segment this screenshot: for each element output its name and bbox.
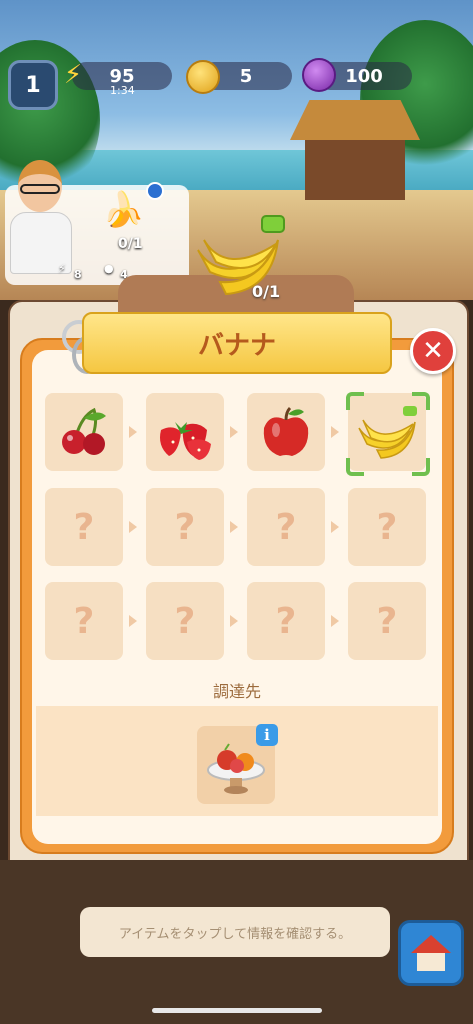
chain-arrow-icon [129, 615, 137, 627]
selection-corner-bl [346, 458, 364, 476]
chain-arrow-icon [230, 521, 238, 533]
question-mark-icon: ? [275, 600, 297, 642]
chain-slot-cherry[interactable] [45, 393, 123, 471]
close-button[interactable]: ✕ [410, 328, 456, 374]
panel-title-text: バナナ [197, 330, 276, 361]
selection-frame [346, 392, 430, 476]
beach-hut [290, 100, 420, 210]
info-icon[interactable]: i [256, 724, 278, 746]
chain-slot-apple[interactable] [247, 393, 325, 471]
home-indicator[interactable] [152, 1008, 322, 1013]
chain-slot-unknown[interactable]: ? [146, 488, 224, 566]
chain-arrow-icon [129, 426, 137, 438]
chain-arrow-icon [230, 426, 238, 438]
house-icon [411, 935, 451, 971]
question-mark-icon: ? [376, 600, 398, 642]
glasses-icon [20, 184, 60, 194]
selection-corner-br [412, 458, 430, 476]
question-mark-icon: ? [174, 506, 196, 548]
home-button[interactable] [398, 920, 464, 986]
coin-icon [186, 60, 220, 94]
question-mark-icon: ? [73, 506, 95, 548]
selection-corner-tr [412, 392, 430, 410]
chain-slot-unknown[interactable]: ? [45, 582, 123, 660]
house-body [417, 953, 445, 971]
chain-slot-unknown[interactable]: ? [247, 582, 325, 660]
source-label: 調達先 [212, 682, 261, 701]
chain-slot-unknown[interactable]: ? [348, 488, 426, 566]
chain-slot-strawberry[interactable] [146, 393, 224, 471]
chain-arrow-icon [331, 426, 339, 438]
reward-energy-icon: ⚡ [58, 262, 66, 275]
chain-slot-unknown[interactable]: ? [146, 582, 224, 660]
order-info-dot [146, 182, 164, 200]
level-badge[interactable]: 1 [8, 60, 58, 110]
question-mark-icon: ? [376, 506, 398, 548]
level-value: 1 [25, 72, 41, 98]
chain-arrow-icon [331, 615, 339, 627]
chain-arrow-icon [129, 521, 137, 533]
question-mark-icon: ? [174, 600, 196, 642]
hint-bar: アイテムをタップして情報を確認する。 [80, 907, 390, 957]
info-symbol: i [264, 726, 270, 744]
energy-timer: 1:34 [110, 84, 135, 97]
question-mark-icon: ? [73, 600, 95, 642]
target-progress: 0/1 [252, 282, 281, 301]
hut-roof [290, 100, 420, 140]
reward-coin-icon: ● [104, 262, 114, 275]
chain-slot-unknown[interactable]: ? [348, 582, 426, 660]
close-icon: ✕ [422, 336, 444, 366]
cherry-icon [54, 402, 114, 462]
chain-slot-unknown[interactable]: ? [247, 488, 325, 566]
question-mark-icon: ? [275, 506, 297, 548]
selection-corner-tl [346, 392, 364, 410]
reward-energy-value: 8 [74, 268, 82, 281]
gem-icon [302, 58, 336, 92]
hut-body [305, 140, 405, 200]
apple-icon [256, 402, 316, 462]
chain-arrow-icon [230, 615, 238, 627]
order-banana-icon: 🍌 [102, 190, 145, 230]
gem-value: 100 [345, 65, 383, 87]
chain-slot-unknown[interactable]: ? [45, 488, 123, 566]
house-roof [411, 935, 451, 953]
panel-title: バナナ [82, 312, 392, 374]
coin-value: 5 [239, 65, 253, 87]
order-progress: 0/1 [118, 236, 143, 252]
hint-text: アイテムをタップして情報を確認する。 [118, 926, 352, 942]
lightning-icon: ⚡ [63, 60, 83, 90]
strawberry-icon [153, 402, 217, 462]
chain-arrow-icon [331, 521, 339, 533]
